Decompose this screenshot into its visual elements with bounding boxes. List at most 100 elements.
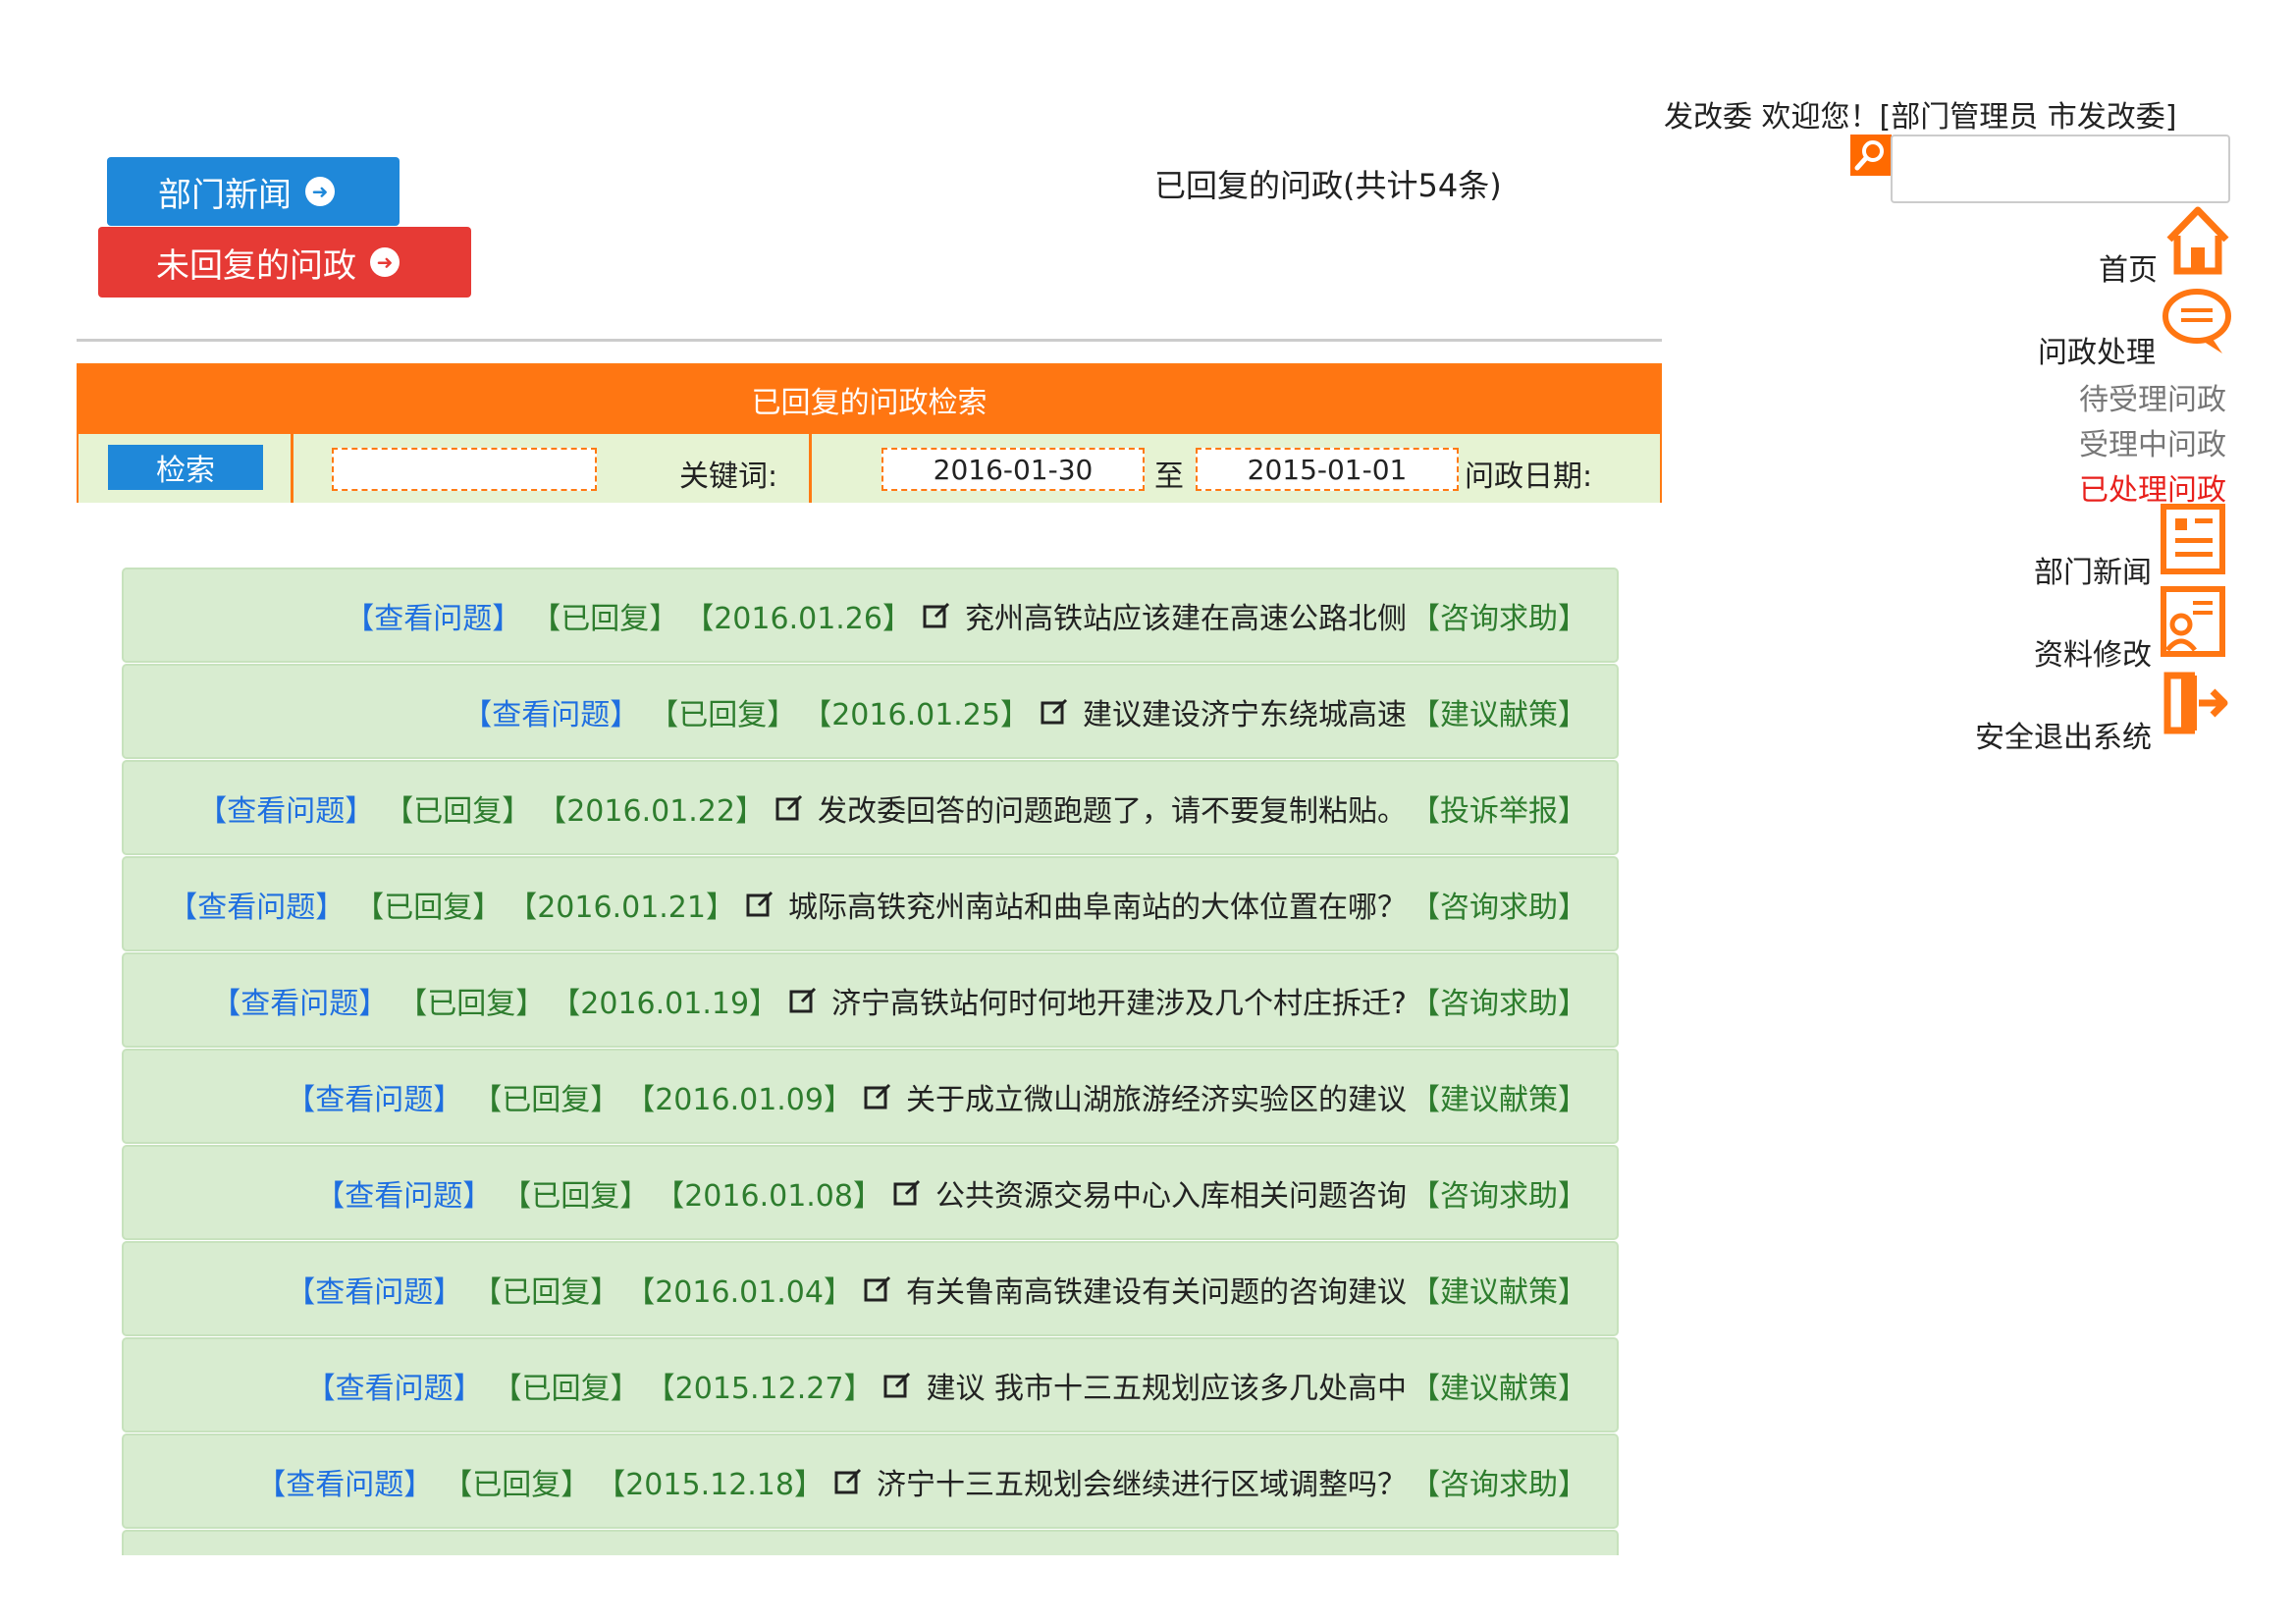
list-item-status: 【已回复】 bbox=[354, 890, 503, 925]
list-item-title[interactable]: 有关鲁南高铁建设有关问题的咨询建议 bbox=[906, 1268, 1407, 1311]
list-item-content: 【查看问题】 【已回复】 【2015.12.27】 建议 我市十三五规划应该多几处高中… bbox=[300, 1339, 1587, 1431]
list-item-view-link[interactable]: 【查看问题】 bbox=[345, 594, 521, 637]
list-item-view-link[interactable]: 【查看问题】 bbox=[256, 1460, 433, 1503]
list-item-category: 【建议献策】 bbox=[1411, 1371, 1587, 1406]
date-separator: 至 bbox=[1154, 460, 1184, 494]
list-item-title[interactable]: 济宁十三五规划会继续进行区域调整吗？ bbox=[877, 1460, 1407, 1503]
sidebar-item-logout[interactable]: 安全退出系统 bbox=[1975, 713, 2152, 756]
sidebar-subitem-processing[interactable]: 受理中问政 bbox=[2079, 420, 2226, 463]
list-item-content: 【查看问题】 【已回复】 【2016.01.26】 兖州高铁站应该建在高速公路北侧 【咨… bbox=[339, 569, 1587, 661]
chat-bubble-icon bbox=[2163, 289, 2231, 353]
list-item-status: 【已回复】 bbox=[472, 1082, 620, 1117]
date-from-input[interactable] bbox=[1196, 448, 1459, 491]
welcome-text: 发改委 欢迎您！[部门管理员 市发改委] bbox=[1664, 100, 2177, 135]
list-item[interactable]: 【查看问题】 【已回复】 【2016.01.21】 城际高铁兖州南站和曲阜南站的大体位… bbox=[122, 856, 1619, 951]
list-item-title[interactable]: 关于成立微山湖旅游经济实验区的建议 bbox=[906, 1075, 1407, 1118]
cell-divider bbox=[809, 434, 812, 503]
list-item[interactable]: 【查看问题】 【已回复】 【2016.01.08】 公共资源交易中心入库相关问题咨询【… bbox=[122, 1145, 1619, 1240]
date-to-input[interactable] bbox=[881, 448, 1145, 491]
list-item-view-link[interactable]: 【查看问题】 bbox=[211, 979, 388, 1022]
list-item-title[interactable]: 建议建设济宁东绕城高速 bbox=[1083, 690, 1407, 733]
list-item-category: 【建议献策】 bbox=[1411, 1082, 1587, 1117]
unreplied-label: 未回复的问政 bbox=[156, 245, 356, 286]
dept-news-label: 部门新闻 bbox=[158, 175, 292, 215]
list-item-date: 【2016.01.04】 bbox=[625, 1274, 853, 1310]
list-item[interactable]: 【查看问题】 【已回复】 【2016.01.19】 济宁高铁站何时何地开建涉及几个村庄… bbox=[122, 952, 1619, 1048]
list-item-view-link[interactable]: 【查看问题】 bbox=[462, 690, 639, 733]
sidebar-item-home[interactable]: 首页 bbox=[2099, 245, 2158, 289]
edit-icon bbox=[882, 1371, 912, 1400]
list-item-category: 【建议献策】 bbox=[1411, 697, 1587, 732]
keyword-label: 关键词: bbox=[679, 460, 778, 494]
date-label: 问政日期: bbox=[1465, 460, 1593, 494]
list-item-category: 【建议献策】 bbox=[1411, 1274, 1587, 1310]
magnifier-icon bbox=[1854, 140, 1884, 171]
dept-news-button[interactable]: 部门新闻 ➜ bbox=[107, 157, 400, 226]
list-item-category: 【投诉举报】 bbox=[1411, 793, 1587, 829]
edit-icon bbox=[922, 601, 951, 630]
list-item-title[interactable]: 济宁高铁站何时何地开建涉及几个村庄拆迁? bbox=[831, 979, 1407, 1022]
list-item-status: 【已回复】 bbox=[531, 601, 679, 636]
list-item-title[interactable]: 发改委回答的问题跑题了，请不要复制粘贴。 bbox=[818, 786, 1407, 830]
list-item[interactable] bbox=[122, 1530, 1619, 1555]
list-item-date: 【2016.01.21】 bbox=[507, 890, 735, 925]
edit-icon bbox=[892, 1178, 922, 1208]
list-item[interactable]: 【查看问题】 【已回复】 【2016.01.25】 建议建设济宁东绕城高速 【建议献策】 bbox=[122, 664, 1619, 759]
list-item-view-link[interactable]: 【查看问题】 bbox=[197, 786, 374, 830]
search-input[interactable] bbox=[1891, 135, 2230, 203]
list-item-title[interactable]: 城际高铁兖州南站和曲阜南站的大体位置在哪？ bbox=[788, 883, 1407, 926]
list-item-category: 【咨询求助】 bbox=[1411, 986, 1587, 1021]
list-item[interactable]: 【查看问题】 【已回复】 【2016.01.26】 兖州高铁站应该建在高速公路北侧 【咨… bbox=[122, 568, 1619, 663]
list-item-view-link[interactable]: 【查看问题】 bbox=[286, 1075, 462, 1118]
edit-icon bbox=[833, 1467, 863, 1496]
edit-icon bbox=[745, 890, 774, 919]
list-item[interactable]: 【查看问题】 【已回复】 【2016.01.09】 关于成立微山湖旅游经济实验区的建议… bbox=[122, 1049, 1619, 1144]
list-item-date: 【2016.01.25】 bbox=[802, 697, 1030, 732]
list-item[interactable]: 【查看问题】 【已回复】 【2015.12.27】 建议 我市十三五规划应该多几处高中… bbox=[122, 1337, 1619, 1433]
sidebar-item-profile[interactable]: 资料修改 bbox=[2034, 630, 2152, 674]
list-item-content: 【查看问题】 【已回复】 【2016.01.04】 有关鲁南高铁建设有关问题的咨询建议… bbox=[280, 1243, 1587, 1334]
edit-icon bbox=[863, 1082, 892, 1111]
arrow-right-circle-icon: ➜ bbox=[370, 247, 400, 277]
page-title: 已回复的问政(共计54条) bbox=[1154, 167, 1502, 204]
list-item-status: 【已回复】 bbox=[492, 1371, 640, 1406]
list-item-title[interactable]: 建议 我市十三五规划应该多几处高中 bbox=[926, 1364, 1407, 1407]
profile-edit-icon bbox=[2161, 586, 2225, 657]
list-item[interactable]: 【查看问题】 【已回复】 【2016.01.04】 有关鲁南高铁建设有关问题的咨询建议… bbox=[122, 1241, 1619, 1336]
news-icon bbox=[2161, 504, 2225, 574]
list-item-date: 【2016.01.26】 bbox=[684, 601, 912, 636]
question-list: 【查看问题】 【已回复】 【2016.01.26】 兖州高铁站应该建在高速公路北侧 【咨… bbox=[122, 568, 1619, 1555]
list-item-status: 【已回复】 bbox=[443, 1467, 591, 1502]
list-item-view-link[interactable]: 【查看问题】 bbox=[286, 1268, 462, 1311]
list-item-view-link[interactable]: 【查看问题】 bbox=[168, 883, 345, 926]
edit-icon bbox=[1040, 697, 1069, 727]
list-item-view-link[interactable]: 【查看问题】 bbox=[315, 1171, 492, 1215]
unreplied-button[interactable]: 未回复的问政 ➜ bbox=[98, 227, 471, 298]
list-item-title[interactable]: 兖州高铁站应该建在高速公路北侧 bbox=[965, 594, 1407, 637]
list-item-category: 【咨询求助】 bbox=[1411, 601, 1587, 636]
list-item-view-link[interactable]: 【查看问题】 bbox=[306, 1364, 483, 1407]
list-item-date: 【2015.12.18】 bbox=[596, 1467, 824, 1502]
sidebar-item-affairs[interactable]: 问政处理 bbox=[2038, 328, 2156, 371]
list-item-content: 【查看问题】 【已回复】 【2016.01.22】 发改委回答的问题跑题了，请不要复制… bbox=[191, 762, 1587, 853]
list-item-status: 【已回复】 bbox=[398, 986, 546, 1021]
keyword-input[interactable] bbox=[332, 448, 597, 491]
sidebar-subitem-pending[interactable]: 待受理问政 bbox=[2079, 375, 2226, 418]
list-item-date: 【2016.01.19】 bbox=[551, 986, 779, 1021]
edit-icon bbox=[788, 986, 818, 1015]
list-item-content: 【查看问题】 【已回复】 【2016.01.09】 关于成立微山湖旅游经济实验区的建议… bbox=[280, 1051, 1587, 1142]
list-item-status: 【已回复】 bbox=[649, 697, 797, 732]
sidebar-item-news[interactable]: 部门新闻 bbox=[2034, 548, 2152, 591]
list-item[interactable]: 【查看问题】 【已回复】 【2015.12.18】 济宁十三五规划会继续进行区域调整吗… bbox=[122, 1434, 1619, 1529]
list-item-content: 【查看问题】 【已回复】 【2016.01.21】 城际高铁兖州南站和曲阜南站的大体位… bbox=[162, 858, 1587, 949]
list-item-category: 【咨询求助】 bbox=[1411, 890, 1587, 925]
list-item-content: 【查看问题】 【已回复】 【2016.01.25】 建议建设济宁东绕城高速 【建议献策】 bbox=[456, 666, 1587, 757]
search-panel: 已回复的问政检索 检索 关键词: 至 问政日期: bbox=[77, 363, 1662, 503]
list-item[interactable]: 【查看问题】 【已回复】 【2016.01.22】 发改委回答的问题跑题了，请不要复制… bbox=[122, 760, 1619, 855]
list-item-content: 【查看问题】 【已回复】 【2015.12.18】 济宁十三五规划会继续进行区域调整吗… bbox=[250, 1435, 1587, 1527]
search-button[interactable] bbox=[1850, 135, 1892, 176]
logout-icon bbox=[2163, 672, 2228, 734]
list-item-title[interactable]: 公共资源交易中心入库相关问题咨询 bbox=[935, 1171, 1407, 1215]
search-submit-button[interactable]: 检索 bbox=[108, 445, 263, 490]
edit-icon bbox=[774, 793, 804, 823]
